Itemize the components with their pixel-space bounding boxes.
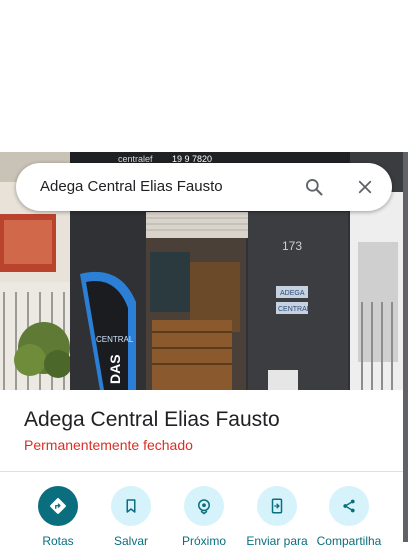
sign-line2: CENTRAL: [278, 306, 311, 313]
directions-button[interactable]: Rotas: [22, 486, 94, 548]
scrollbar[interactable]: [403, 152, 408, 542]
place-name: Adega Central Elias Fausto: [24, 408, 280, 431]
share-button[interactable]: Compartilha: [313, 486, 385, 548]
nearby-icon-circle: [184, 486, 224, 526]
directions-icon: [50, 498, 66, 514]
send-to-phone-icon: [271, 498, 283, 514]
send-icon-circle: [257, 486, 297, 526]
share-icon-circle: [329, 486, 369, 526]
house-number: 173: [282, 239, 302, 253]
share-label: Compartilha: [316, 534, 382, 548]
share-icon: [343, 499, 355, 513]
top-blank-area: [0, 0, 408, 152]
banner-text: DAS: [107, 354, 123, 384]
search-icon: [306, 179, 323, 196]
save-button[interactable]: Salvar: [95, 486, 167, 548]
nearby-icon: [198, 499, 210, 515]
search-button[interactable]: [302, 175, 326, 199]
banner-brand: CENTRAL: [96, 335, 134, 344]
search-input[interactable]: Adega Central Elias Fausto: [40, 178, 223, 195]
divider: [0, 471, 403, 472]
close-icon: [358, 180, 372, 194]
bookmark-icon: [126, 499, 136, 513]
directions-icon-circle: [38, 486, 78, 526]
sign-line1: ADEGA: [280, 290, 305, 297]
clear-search-button[interactable]: [353, 175, 377, 199]
place-status: Permanentemente fechado: [24, 437, 193, 453]
save-icon-circle: [111, 486, 151, 526]
nearby-button[interactable]: Próximo: [168, 486, 240, 548]
search-bar[interactable]: Adega Central Elias Fausto: [16, 163, 392, 211]
send-to-phone-button[interactable]: Enviar para: [241, 486, 313, 548]
